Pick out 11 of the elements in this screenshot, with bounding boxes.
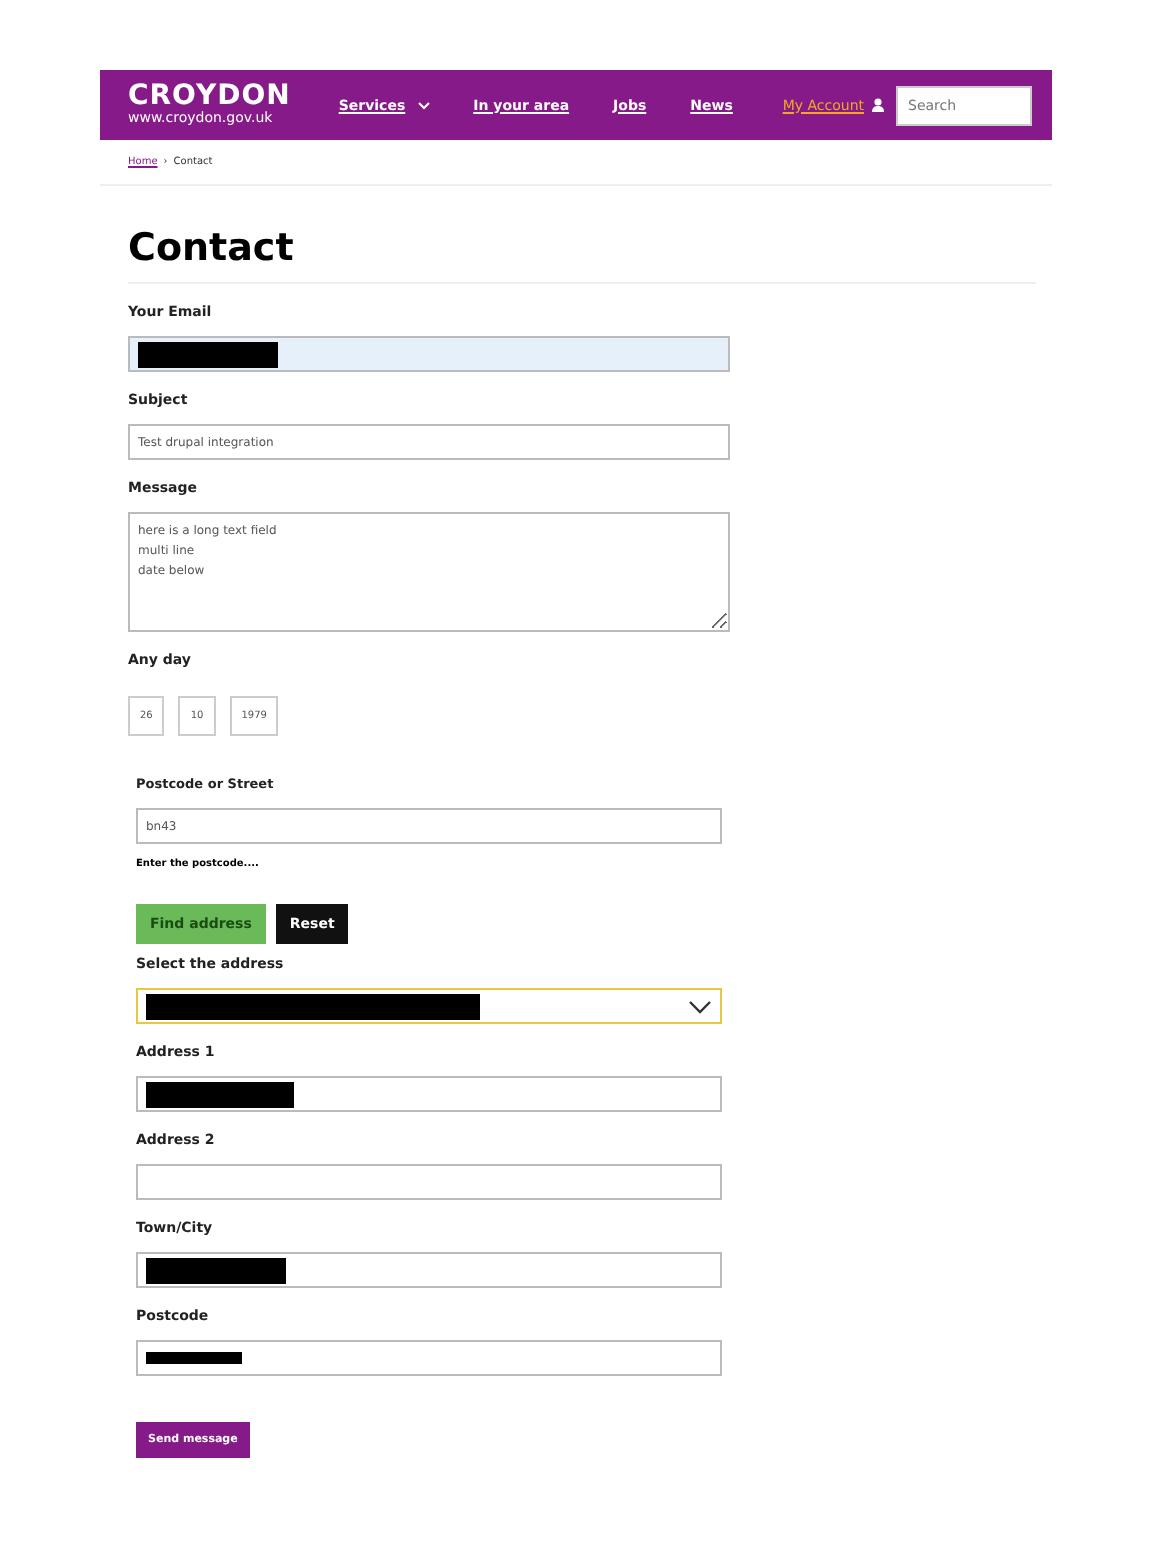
input-field[interactable] [128, 336, 730, 372]
chevron-down-icon [688, 999, 712, 1013]
logo-name[interactable]: CROYDON [128, 82, 291, 110]
page-title: Contact [128, 226, 1036, 284]
chevron-down-icon [417, 101, 430, 109]
input-field[interactable] [136, 1164, 722, 1200]
address-dropdown[interactable] [136, 988, 722, 1024]
input-field[interactable] [136, 1252, 722, 1288]
user-icon [872, 98, 884, 112]
input-field[interactable] [136, 1076, 722, 1112]
input-field[interactable] [136, 1340, 722, 1376]
